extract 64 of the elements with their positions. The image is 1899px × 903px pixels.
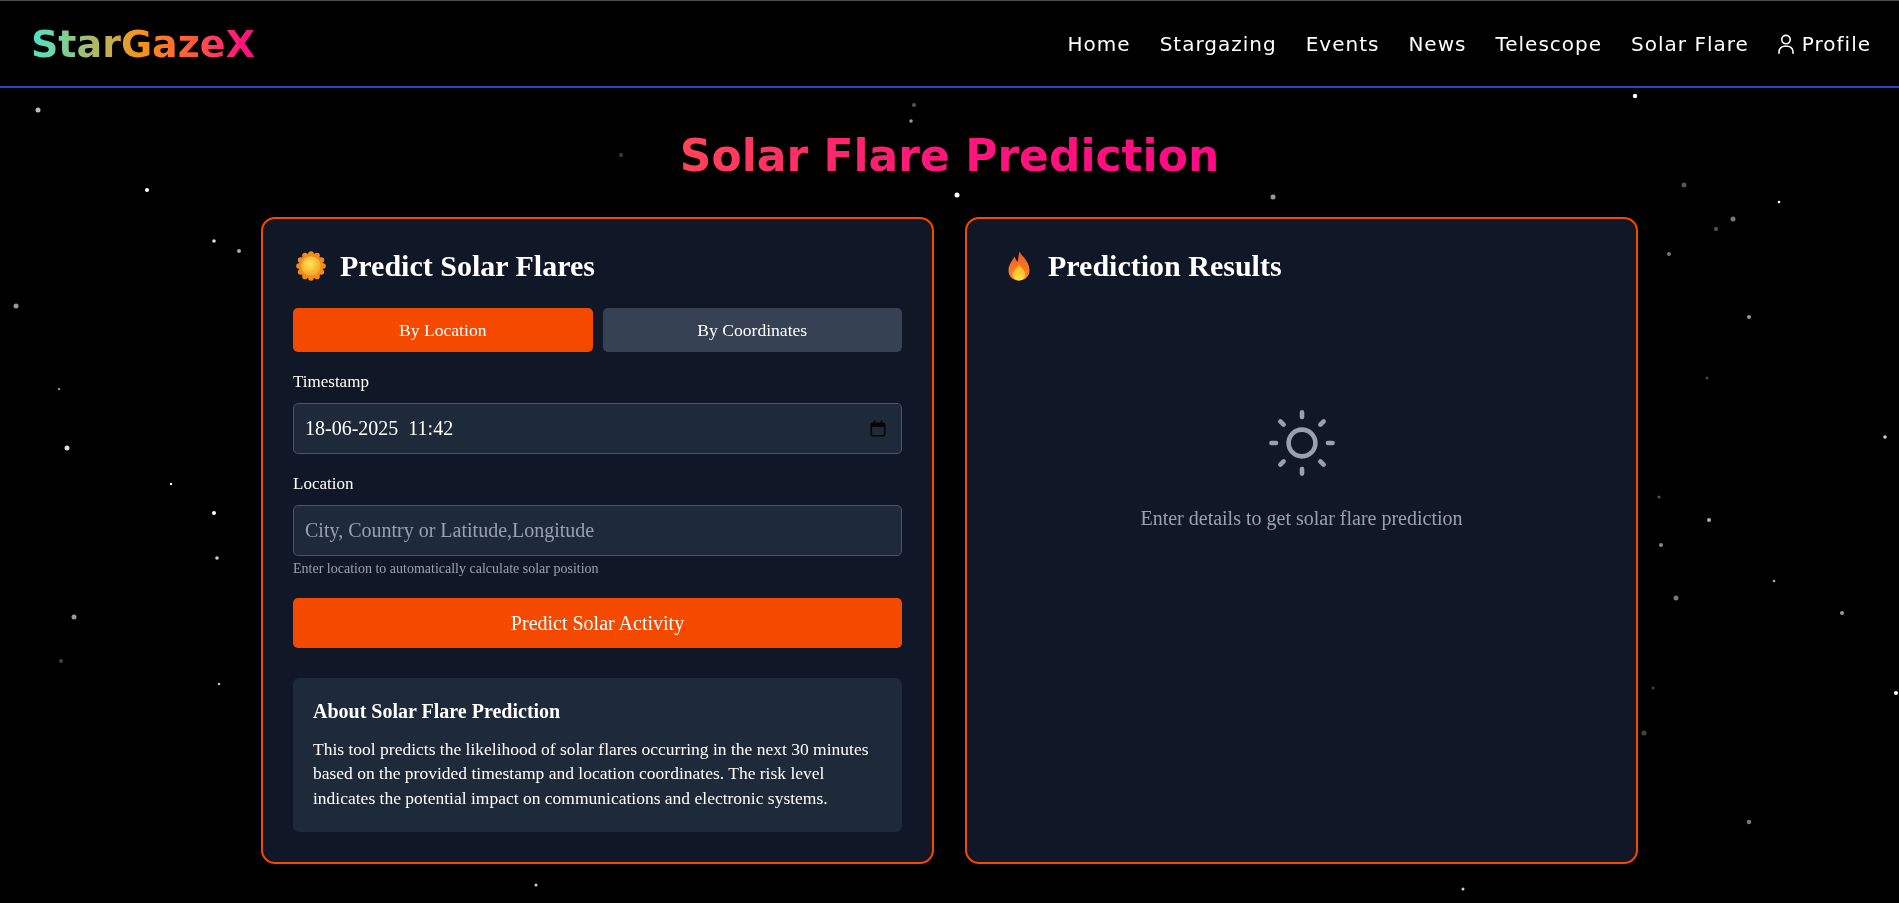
predict-button[interactable]: Predict Solar Activity [293, 598, 902, 648]
star-dot [217, 682, 221, 686]
field-label: Timestamp [293, 372, 370, 392]
star-dot [215, 556, 219, 560]
field-label: Location [293, 474, 355, 494]
info-title: About Solar Flare Prediction [313, 699, 562, 723]
star-dot [1667, 252, 1671, 256]
card-title: Predict Solar Flares [340, 248, 595, 284]
star-dot [1883, 435, 1887, 439]
nav-link[interactable]: News [1408, 31, 1467, 56]
star-dot [534, 883, 538, 887]
star-dot [35, 107, 41, 113]
nav-link[interactable]: Solar Flare [1631, 31, 1749, 56]
star-dot [1777, 200, 1781, 204]
star-dot [57, 387, 61, 391]
empty-message: Enter details to get solar flare prediction [1140, 506, 1463, 530]
star-dot [59, 659, 63, 663]
star-dot [1651, 686, 1655, 690]
profile-link[interactable]: Profile [1777, 31, 1871, 56]
star-dot [1632, 93, 1638, 99]
mode-tab[interactable]: By Location [293, 308, 593, 352]
star-dot [169, 482, 173, 486]
star-dot [1840, 611, 1844, 615]
date-time-field[interactable]: 18-06-2025 11:42 [293, 403, 902, 454]
star-dot [912, 103, 916, 107]
field-hint: Enter location to automatically calculate solar position [293, 560, 600, 578]
user-icon [1777, 33, 1794, 54]
nav-link[interactable]: Telescope [1495, 31, 1603, 56]
star-dot [1659, 543, 1663, 547]
card-title: Prediction Results [1048, 248, 1282, 284]
nav-link[interactable]: Stargazing [1159, 31, 1277, 56]
star-dot [1673, 595, 1679, 601]
star-dot [1714, 227, 1718, 231]
sun-icon [296, 251, 326, 281]
star-dot [1705, 376, 1709, 380]
star-dot [1641, 730, 1647, 736]
star-dot [1461, 887, 1465, 891]
nav-link[interactable]: Events [1305, 31, 1380, 56]
star-dot [1657, 495, 1661, 499]
star-dot [1747, 315, 1751, 319]
star-dot [1894, 691, 1898, 695]
star-dot [954, 192, 960, 198]
star-dot [64, 445, 70, 451]
star-dot [618, 152, 624, 158]
star-dot [1681, 182, 1687, 188]
star-dot [909, 119, 913, 123]
calendar-icon[interactable] [870, 420, 886, 437]
star-dot [212, 239, 216, 243]
star-dot [1772, 579, 1776, 583]
sun-icon [1268, 410, 1335, 476]
star-dot [1746, 819, 1752, 825]
location-field[interactable]: City, Country or Latitude,Longitude [293, 505, 902, 556]
star-dot [1730, 216, 1736, 222]
star-dot [1270, 194, 1276, 200]
flame-icon [1007, 251, 1031, 281]
info-text: This tool predicts the likelihood of solar flares occurring in the next 30 minutes based on the provided timestamp and location coordinates. The risk level indicates the potential impact on communications and electronic systems. [313, 737, 870, 810]
star-dot [1707, 518, 1711, 522]
star-dot [13, 303, 19, 309]
star-dot [237, 249, 241, 253]
nav-link[interactable]: Home [1067, 31, 1131, 56]
star-dot [145, 188, 149, 192]
mode-tab[interactable]: By Coordinates [602, 308, 902, 352]
star-dot [212, 511, 216, 515]
star-dot [71, 614, 77, 620]
